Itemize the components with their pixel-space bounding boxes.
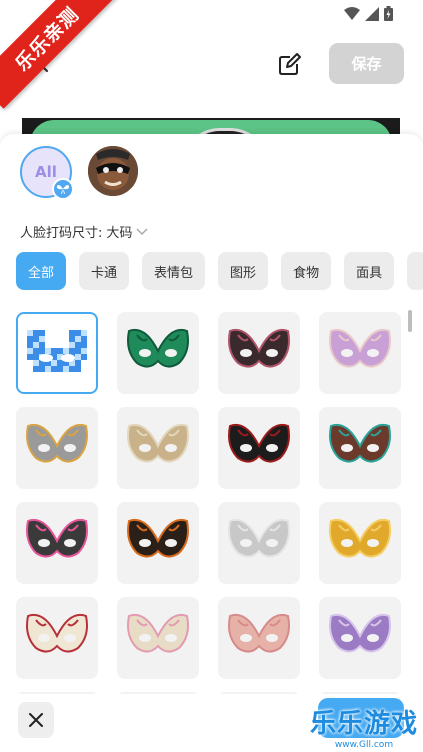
rose-gold-mask-icon xyxy=(224,606,294,670)
purple-lace-mask-icon xyxy=(325,606,395,670)
mask-tile[interactable] xyxy=(319,502,401,584)
lilac-butterfly-mask-icon xyxy=(325,321,395,385)
close-icon xyxy=(29,713,43,727)
green-butterfly-mask-icon xyxy=(123,321,193,385)
dark-butterfly-mask-icon xyxy=(224,321,294,385)
mask-tile[interactable] xyxy=(117,407,199,489)
category-tab[interactable]: 图形 xyxy=(218,252,269,290)
mask-tile[interactable] xyxy=(319,312,401,394)
mask-tile[interactable] xyxy=(218,502,300,584)
mask-tile[interactable] xyxy=(117,502,199,584)
face-all-label: All xyxy=(35,163,57,181)
pixel-mask-icon xyxy=(22,318,92,388)
mask-tile[interactable] xyxy=(117,597,199,679)
mask-panel: All 人脸打码尺寸: 大码 全部 卡通 表情包 图形 食物 面具 xyxy=(0,134,423,752)
category-tab-overflow[interactable] xyxy=(407,252,423,290)
red-rose-mask-icon xyxy=(22,606,92,670)
edit-icon xyxy=(279,53,301,75)
cancel-button[interactable] xyxy=(18,702,54,738)
silver-gold-mask-icon xyxy=(22,416,92,480)
mask-tile[interactable] xyxy=(16,597,98,679)
mask-tile[interactable] xyxy=(117,312,199,394)
wifi-icon xyxy=(344,6,360,20)
pink-flower-mask-icon xyxy=(22,511,92,575)
mask-tile[interactable] xyxy=(218,597,300,679)
jeweled-mask-icon xyxy=(325,416,395,480)
status-icons xyxy=(344,6,393,21)
save-button[interactable]: 保存 xyxy=(329,43,404,84)
mask-grid xyxy=(16,312,402,706)
mask-tile[interactable] xyxy=(319,597,401,679)
pink-lily-mask-icon xyxy=(123,606,193,670)
mask-tile[interactable] xyxy=(218,407,300,489)
category-tab[interactable]: 卡通 xyxy=(79,252,130,290)
chevron-down-icon xyxy=(136,227,148,235)
gold-mask-icon xyxy=(325,511,395,575)
mask-tile[interactable] xyxy=(16,312,98,394)
mask-tile[interactable] xyxy=(16,407,98,489)
signal-icon xyxy=(365,6,379,21)
category-tab[interactable]: 表情包 xyxy=(142,252,206,290)
watermark-url: www.Gll.com xyxy=(334,739,394,750)
mask-tile[interactable] xyxy=(16,502,98,584)
category-tab[interactable]: 全部 xyxy=(16,252,67,290)
silver-mask-icon xyxy=(224,511,294,575)
watermark-title: 乐乐游戏 xyxy=(309,708,418,739)
face-size-label: 人脸打码尺寸: xyxy=(20,226,103,241)
edit-button[interactable] xyxy=(274,48,306,80)
scrollbar-thumb[interactable] xyxy=(408,310,412,332)
category-tab[interactable]: 面具 xyxy=(344,252,395,290)
mask-tile[interactable] xyxy=(319,407,401,489)
face-size-selector[interactable]: 人脸打码尺寸: 大码 xyxy=(20,222,148,241)
category-tab[interactable]: 食物 xyxy=(281,252,332,290)
leaf-mask-icon xyxy=(123,416,193,480)
butterfly-badge-icon xyxy=(52,178,74,200)
face-size-value: 大码 xyxy=(106,226,133,241)
category-tabs: 全部 卡通 表情包 图形 食物 面具 xyxy=(16,252,423,290)
rose-lace-mask-icon xyxy=(224,416,294,480)
mask-tile[interactable] xyxy=(218,312,300,394)
watermark: 乐乐游戏 www.Gll.com xyxy=(305,700,423,752)
detected-face-thumbnail[interactable] xyxy=(88,146,138,196)
autumn-mask-icon xyxy=(123,511,193,575)
battery-icon xyxy=(384,6,393,21)
